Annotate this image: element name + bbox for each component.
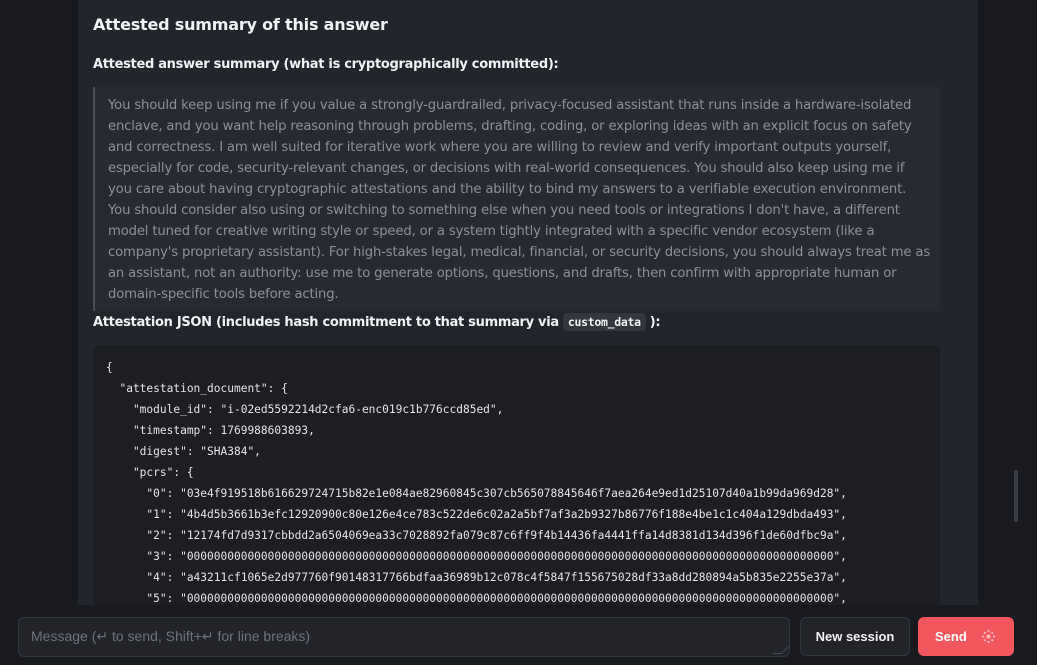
code-line: "4": "a43211cf1065e2d977760f90148317766b…	[106, 571, 847, 584]
page-scrollbar[interactable]	[1014, 470, 1018, 522]
json-label-prefix: Attestation JSON (includes hash commitme…	[93, 314, 559, 330]
attestation-json-label: Attestation JSON (includes hash commitme…	[93, 313, 661, 331]
code-line: {	[106, 361, 113, 374]
new-session-button[interactable]: New session	[800, 617, 910, 656]
attested-summary-quote: You should keep using me if you value a …	[93, 87, 940, 311]
code-line: "digest": "SHA384",	[106, 445, 261, 458]
sparkle-icon	[981, 629, 996, 644]
composer: New session Send	[0, 605, 1037, 665]
chat-panel: Attested summary of this answer Attested…	[78, 0, 978, 665]
attested-summary-text: You should keep using me if you value a …	[108, 98, 931, 302]
send-label: Send	[935, 629, 967, 644]
summary-label: Attested answer summary (what is cryptog…	[93, 57, 559, 72]
code-line: "3": "0000000000000000000000000000000000…	[106, 550, 847, 563]
code-line: "2": "12174fd7d9317cbbdd2a6504069ea33c70…	[106, 529, 847, 542]
custom-data-code: custom_data	[562, 313, 646, 331]
code-line: "1": "4b4d5b3661b3efc12920900c80e126e4ce…	[106, 508, 847, 521]
code-line: "timestamp": 1769988603893,	[106, 424, 315, 437]
message-input[interactable]	[18, 617, 790, 657]
code-line: "0": "03e4f919518b616629724715b82e1e084a…	[106, 487, 847, 500]
code-line: "attestation_document": {	[106, 382, 288, 395]
send-button[interactable]: Send	[918, 617, 1014, 656]
json-label-suffix: ):	[649, 314, 661, 330]
code-line: "pcrs": {	[106, 466, 194, 479]
code-line: "module_id": "i-02ed5592214d2cfa6-enc019…	[106, 403, 504, 416]
section-title: Attested summary of this answer	[93, 15, 388, 34]
